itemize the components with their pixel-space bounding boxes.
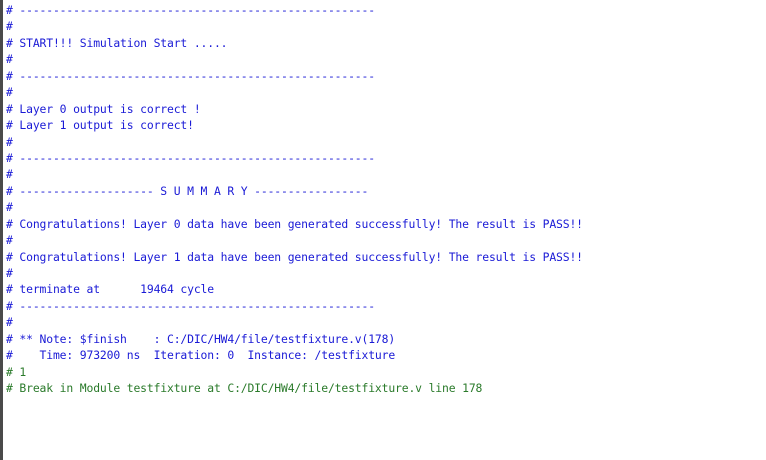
transcript-lines[interactable]: # --------------------------------------…	[6, 2, 766, 397]
transcript-line: #	[6, 266, 13, 280]
transcript-line: #	[6, 315, 13, 330]
transcript-line: #	[6, 134, 13, 149]
window-left-edge	[0, 0, 3, 460]
transcript-line: # Congratulations! Layer 1 data have bee…	[6, 249, 583, 264]
transcript-line: # Time: 973200 ns Iteration: 0 Instance:…	[6, 348, 396, 363]
transcript-line: # --------------------------------------…	[6, 150, 375, 165]
transcript-line: # Layer 0 output is correct !	[6, 101, 201, 116]
transcript-line: #	[6, 52, 13, 67]
transcript-line: #	[6, 85, 13, 100]
transcript-line: #	[6, 167, 13, 182]
transcript-line: # terminate at 19464 cycle	[6, 282, 214, 297]
transcript-line: #	[6, 233, 13, 248]
transcript-line: # --------------------------------------…	[6, 298, 375, 313]
transcript-line: # START!!! Simulation Start .....	[6, 35, 228, 50]
transcript-line: # ** Note: $finish : C:/DIC/HW4/file/tes…	[6, 331, 396, 346]
transcript-line: # Break in Module testfixture at C:/DIC/…	[6, 381, 483, 396]
transcript-line: # --------------------------------------…	[6, 3, 375, 17]
transcript-line: #	[6, 200, 13, 215]
transcript-window[interactable]: # --------------------------------------…	[0, 0, 766, 460]
transcript-line: # --------------------------------------…	[6, 68, 375, 83]
transcript-line: # Congratulations! Layer 0 data have bee…	[6, 216, 583, 231]
transcript-line: # Layer 1 output is correct!	[6, 118, 194, 133]
transcript-line: #	[6, 19, 13, 34]
transcript-line: # 1	[6, 364, 27, 379]
transcript-line: # -------------------- S U M M A R Y ---…	[6, 183, 369, 198]
